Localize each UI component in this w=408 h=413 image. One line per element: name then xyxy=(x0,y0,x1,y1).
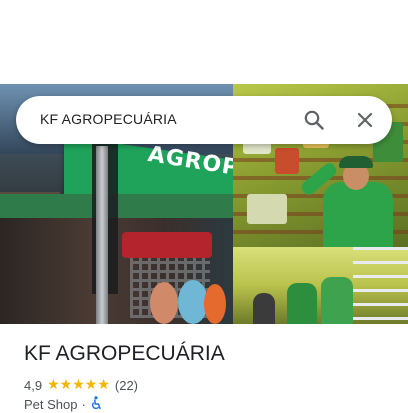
place-category: Pet Shop xyxy=(24,397,78,412)
top-whitespace xyxy=(0,0,408,84)
category-row: Pet Shop · xyxy=(24,396,102,413)
rating-value: 4,9 xyxy=(24,377,43,393)
review-count[interactable]: (22) xyxy=(115,378,138,393)
interior-photo-2[interactable] xyxy=(233,247,408,324)
street-pole xyxy=(96,146,108,324)
search-bar[interactable]: KF AGROPECUÁRIA xyxy=(16,96,392,144)
close-icon[interactable] xyxy=(354,109,376,131)
star-icon: ★ xyxy=(84,377,98,393)
separator: · xyxy=(81,397,86,412)
search-icon[interactable] xyxy=(303,109,325,131)
place-title: KF AGROPECUÁRIA xyxy=(24,342,225,365)
rating-row[interactable]: 4,9 ★ ★ ★ ★ ★ (22) xyxy=(24,376,138,394)
star-icon: ★ xyxy=(47,377,60,393)
star-icon: ★ xyxy=(59,377,73,393)
star-icon: ★ xyxy=(72,377,85,393)
wheelchair-icon xyxy=(90,396,102,413)
staff-person xyxy=(323,182,393,247)
search-input[interactable]: KF AGROPECUÁRIA xyxy=(40,111,177,127)
rating-stars: ★ ★ ★ ★ ★ xyxy=(47,378,110,392)
star-icon: ★ xyxy=(97,377,110,393)
